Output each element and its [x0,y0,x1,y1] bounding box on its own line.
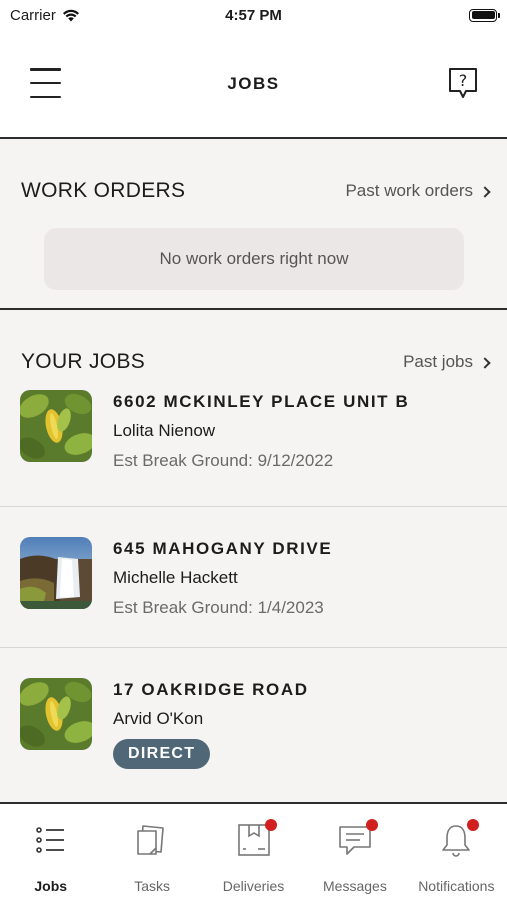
job-address: 17 OAKRIDGE ROAD [113,680,309,699]
svg-text:?: ? [459,71,468,90]
chevron-right-icon [479,356,491,369]
job-row[interactable]: 17 OAKRIDGE ROAD Arvid O'Kon DIRECT [0,648,507,789]
job-thumbnail [20,537,92,609]
bottom-tab-bar: Jobs Tasks Deliveries Messages Notificat… [0,802,507,900]
empty-work-orders-message: No work orders right now [44,228,464,290]
tab-label: Messages [323,878,387,894]
tab-messages[interactable]: Messages [304,804,405,900]
notification-dot [264,819,277,831]
waterfall-photo [20,537,92,609]
past-jobs-link[interactable]: Past jobs [403,352,491,372]
tab-jobs[interactable]: Jobs [0,804,101,900]
main-content: WORK ORDERS Past work orders No work ord… [0,139,507,803]
wifi-icon [62,9,79,21]
status-bar: Carrier 4:57 PM [0,0,507,30]
notification-dot [365,819,378,831]
tab-label: Jobs [34,878,68,894]
your-jobs-title: YOUR JOBS [21,350,146,373]
tab-label: Notifications [418,878,495,894]
job-info: 6602 MCKINLEY PLACE UNIT B Lolita Nienow… [113,388,409,471]
job-info: 645 MAHOGANY DRIVE Michelle Hackett Est … [113,535,332,618]
chevron-right-icon [479,185,491,198]
box-icon-wrapper [236,819,277,858]
work-orders-section: WORK ORDERS Past work orders No work ord… [0,139,507,310]
app-header: JOBS ? [0,30,507,139]
job-thumbnail [20,678,92,750]
notification-dot [467,819,480,831]
job-client-name: Lolita Nienow [113,421,216,440]
job-break-ground-date: Est Break Ground: 9/12/2022 [113,451,334,470]
tab-notifications[interactable]: Notifications [406,804,507,900]
job-break-ground-date: Est Break Ground: 1/4/2023 [113,598,324,617]
status-left: Carrier [10,7,80,24]
past-work-orders-label: Past work orders [345,181,473,200]
list-icon [35,827,64,853]
help-speech-bubble-icon[interactable]: ? [447,67,479,101]
bell-icon-wrapper [438,819,480,858]
chat-bubble-icon-wrapper [337,819,378,858]
leaf-photo [20,678,92,750]
tab-label: Tasks [134,878,170,894]
job-row[interactable]: 6602 MCKINLEY PLACE UNIT B Lolita Nienow… [0,388,507,507]
carrier-label: Carrier [10,6,56,24]
job-row[interactable]: 645 MAHOGANY DRIVE Michelle Hackett Est … [0,507,507,648]
your-jobs-section: YOUR JOBS Past jobs 6602 MCKINLEY PLACE … [0,310,507,789]
job-address: 6602 MCKINLEY PLACE UNIT B [113,392,410,411]
tab-deliveries[interactable]: Deliveries [203,804,304,900]
notes-icon [137,825,164,855]
direct-badge: DIRECT [113,739,211,769]
work-orders-title: WORK ORDERS [21,179,186,202]
job-thumbnail [20,390,92,462]
job-client-name: Arvid O'Kon [113,709,204,728]
work-orders-header: WORK ORDERS Past work orders [0,179,507,203]
job-address: 645 MAHOGANY DRIVE [113,539,333,558]
battery-icon [469,8,500,22]
tab-label: Deliveries [222,878,285,894]
past-jobs-label: Past jobs [403,352,473,371]
page-title: JOBS [227,74,280,93]
leaf-photo [20,390,92,462]
job-client-name: Michelle Hackett [113,568,238,587]
tab-tasks[interactable]: Tasks [101,804,202,900]
job-info: 17 OAKRIDGE ROAD Arvid O'Kon DIRECT [113,676,309,769]
past-work-orders-link[interactable]: Past work orders [345,181,491,201]
your-jobs-header: YOUR JOBS Past jobs [0,350,507,374]
